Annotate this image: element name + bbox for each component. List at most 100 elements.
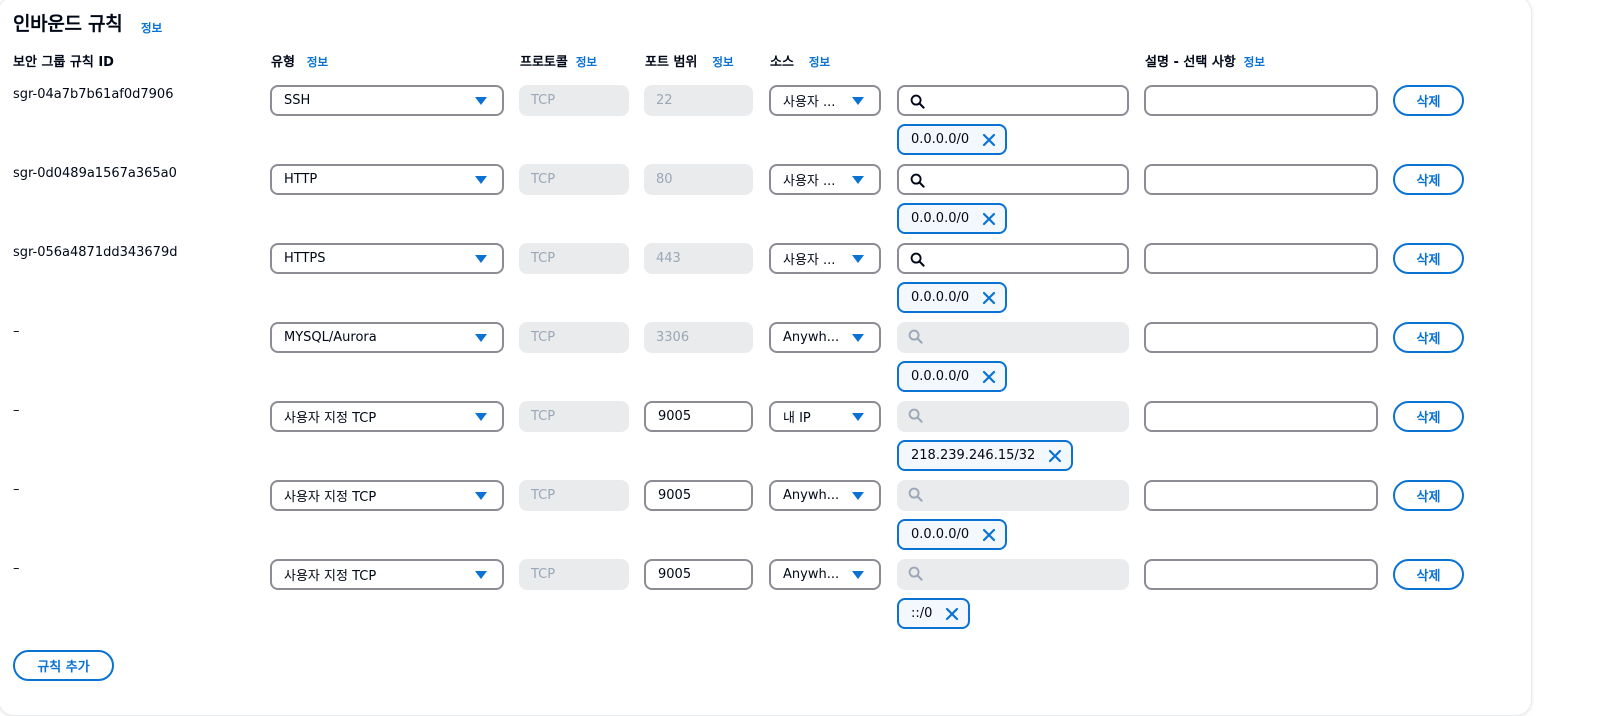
source-value: 사용자 ... — [783, 253, 836, 268]
source-search-input[interactable] — [897, 85, 1129, 116]
source-select[interactable]: Anywh... — [769, 322, 881, 353]
port-range-input[interactable]: 9005 — [644, 559, 753, 590]
col-header-label: 설명 - 선택 사항 — [1145, 55, 1236, 70]
delete-rule-button[interactable]: 삭제 — [1393, 85, 1464, 116]
caret-down-icon — [475, 334, 487, 342]
token-value: 0.0.0.0/0 — [911, 290, 970, 305]
protocol-field: TCP — [519, 243, 629, 274]
type-select[interactable]: 사용자 지정 TCP — [270, 559, 504, 590]
description-input[interactable] — [1144, 243, 1378, 274]
source-search-input[interactable] — [897, 164, 1129, 195]
caret-down-icon — [475, 413, 487, 421]
port-value: 9005 — [658, 409, 692, 424]
close-icon[interactable] — [982, 212, 996, 226]
delete-rule-button[interactable]: 삭제 — [1393, 164, 1464, 195]
close-icon[interactable] — [1048, 449, 1062, 463]
protocol-field: TCP — [519, 164, 629, 195]
search-icon — [910, 94, 925, 109]
rule-id: – — [13, 561, 20, 576]
protocol-field: TCP — [519, 401, 629, 432]
source-select[interactable]: Anywh... — [769, 559, 881, 590]
description-input[interactable] — [1144, 480, 1378, 511]
info-link[interactable]: 정보 — [576, 55, 597, 69]
port-range-input[interactable]: 9005 — [644, 480, 753, 511]
token-value: ::/0 — [911, 606, 933, 621]
info-link[interactable]: 정보 — [809, 55, 830, 69]
col-header-label: 유형 — [271, 55, 295, 70]
source-select[interactable]: 내 IP — [769, 401, 881, 432]
description-input[interactable] — [1144, 322, 1378, 353]
rule-id: – — [13, 482, 20, 497]
close-icon[interactable] — [982, 291, 996, 305]
col-header-label: 포트 범위 — [645, 55, 698, 70]
type-select[interactable]: SSH — [270, 85, 504, 116]
close-icon[interactable] — [982, 528, 996, 542]
close-icon[interactable] — [982, 133, 996, 147]
rule-id: – — [13, 324, 20, 339]
protocol-field: TCP — [519, 559, 629, 590]
delete-rule-button[interactable]: 삭제 — [1393, 480, 1464, 511]
section-info-link[interactable]: 정보 — [141, 20, 162, 36]
port-value: 9005 — [658, 488, 692, 503]
source-value: Anywh... — [783, 488, 840, 503]
close-icon[interactable] — [945, 607, 959, 621]
add-rule-button[interactable]: 규칙 추가 — [13, 650, 114, 681]
source-select[interactable]: 사용자 ... — [769, 243, 881, 274]
delete-rule-button[interactable]: 삭제 — [1393, 401, 1464, 432]
description-input[interactable] — [1144, 164, 1378, 195]
source-select[interactable]: Anywh... — [769, 480, 881, 511]
source-search-input — [897, 401, 1129, 432]
source-value: 사용자 ... — [783, 95, 836, 110]
source-token: 0.0.0.0/0 — [897, 124, 1008, 155]
col-header-label: 소스 — [770, 55, 794, 70]
source-search-input — [897, 559, 1129, 590]
caret-down-icon — [852, 97, 864, 105]
type-select[interactable]: 사용자 지정 TCP — [270, 480, 504, 511]
type-value: 사용자 지정 TCP — [284, 411, 377, 426]
port-range-field: 80 — [644, 164, 753, 195]
type-select[interactable]: MYSQL/Aurora — [270, 322, 504, 353]
info-link[interactable]: 정보 — [1244, 55, 1265, 69]
type-select[interactable]: 사용자 지정 TCP — [270, 401, 504, 432]
port-value: 9005 — [658, 567, 692, 582]
type-value: SSH — [284, 93, 311, 108]
type-value: 사용자 지정 TCP — [284, 569, 377, 584]
search-icon — [908, 408, 923, 423]
port-range-input[interactable]: 9005 — [644, 401, 753, 432]
type-value: MYSQL/Aurora — [284, 330, 377, 345]
protocol-field: TCP — [519, 85, 629, 116]
rule-id: sgr-0d0489a1567a365a0 — [13, 166, 177, 181]
delete-rule-button[interactable]: 삭제 — [1393, 559, 1464, 590]
info-link[interactable]: 정보 — [712, 55, 733, 69]
col-header-label: 프로토콜 — [520, 55, 568, 70]
description-input[interactable] — [1144, 85, 1378, 116]
source-select[interactable]: 사용자 ... — [769, 164, 881, 195]
source-token: 0.0.0.0/0 — [897, 361, 1008, 392]
info-link[interactable]: 정보 — [307, 55, 328, 69]
caret-down-icon — [852, 255, 864, 263]
col-header-protocol: 프로토콜 정보 — [520, 51, 597, 70]
source-search-input[interactable] — [897, 243, 1129, 274]
port-value: 3306 — [656, 330, 690, 345]
type-select[interactable]: HTTPS — [270, 243, 504, 274]
description-input[interactable] — [1144, 559, 1378, 590]
source-value: 내 IP — [783, 411, 811, 426]
source-token: ::/0 — [897, 598, 971, 629]
caret-down-icon — [852, 571, 864, 579]
rule-id: sgr-056a4871dd343679d — [13, 245, 178, 260]
description-input[interactable] — [1144, 401, 1378, 432]
col-header-rule-id: 보안 그룹 규칙 ID — [13, 51, 114, 70]
type-value: 사용자 지정 TCP — [284, 490, 377, 505]
port-range-field: 443 — [644, 243, 753, 274]
rule-id: – — [13, 403, 20, 418]
col-header-source: 소스 정보 — [770, 51, 830, 70]
section-title: 인바운드 규칙 — [13, 13, 123, 35]
caret-down-icon — [475, 255, 487, 263]
close-icon[interactable] — [982, 370, 996, 384]
source-select[interactable]: 사용자 ... — [769, 85, 881, 116]
search-icon — [908, 487, 923, 502]
type-select[interactable]: HTTP — [270, 164, 504, 195]
delete-rule-button[interactable]: 삭제 — [1393, 243, 1464, 274]
col-header-port-range: 포트 범위 정보 — [645, 51, 734, 70]
delete-rule-button[interactable]: 삭제 — [1393, 322, 1464, 353]
